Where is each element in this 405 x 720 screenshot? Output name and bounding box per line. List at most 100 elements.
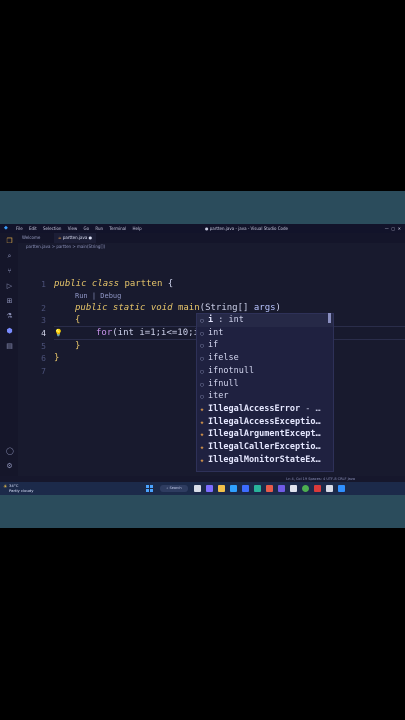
suggestion-item[interactable]: ◈ IllegalMonitorStateEx… (197, 454, 333, 467)
account-icon[interactable]: ◯ (6, 448, 14, 455)
title-bar: ◆ File Edit Selection View Go Run Termin… (0, 224, 405, 233)
suggestion-item[interactable]: ◈ IllegalAccessExceptio… (197, 416, 333, 429)
store-icon[interactable] (242, 485, 249, 492)
class-icon: ◈ (200, 457, 204, 464)
code-line-3[interactable]: { (75, 314, 80, 326)
suggestion-scrollbar[interactable] (328, 313, 331, 323)
suggestion-item[interactable]: ▢ ifnull (197, 378, 333, 391)
weather-icon: ☀ (3, 484, 8, 490)
app-icon[interactable] (254, 485, 261, 492)
search-label: Search (169, 486, 182, 490)
line-number: 3 (41, 316, 46, 325)
line-number: 6 (41, 354, 46, 363)
windows-start-icon[interactable] (146, 485, 153, 492)
top-banner (0, 191, 405, 224)
app-icon[interactable] (278, 485, 285, 492)
line-number: 2 (41, 304, 46, 313)
run-debug-icon[interactable]: ▷ (6, 283, 13, 290)
bottom-banner (0, 495, 405, 528)
java-projects-icon[interactable]: ⬢ (6, 328, 13, 335)
snippet-icon: ▢ (200, 368, 204, 375)
menu-terminal[interactable]: Terminal (109, 226, 126, 231)
task-view-icon[interactable] (194, 485, 201, 492)
class-icon: ◈ (200, 445, 204, 451)
menu-edit[interactable]: Edit (29, 226, 37, 231)
method-name-token: main (177, 303, 200, 313)
keyword-token: public static void (75, 303, 173, 313)
settings-gear-icon[interactable]: ⚙ (6, 463, 13, 470)
keyword-icon: ▢ (200, 343, 204, 350)
menu-help[interactable]: Help (132, 226, 141, 231)
snippet-icon: ▢ (200, 356, 204, 363)
class-icon: ◈ (200, 419, 204, 426)
code-line-6[interactable]: } (54, 352, 59, 364)
window-controls[interactable]: — ▢ ✕ (385, 224, 401, 233)
menu-selection[interactable]: Selection (43, 226, 61, 231)
testing-icon[interactable]: ⚗ (6, 313, 13, 320)
weather-widget[interactable]: 34°C Partly cloudy (9, 483, 34, 493)
chrome-icon[interactable] (302, 485, 309, 492)
keyword-token: public class (54, 279, 120, 289)
code-line-1[interactable]: public class partten { (54, 278, 173, 290)
menu-file[interactable]: File (16, 226, 23, 231)
app-icon[interactable] (266, 485, 273, 492)
breadcrumb[interactable]: partten.java > partten > main(String[]) (26, 243, 105, 251)
vscode-taskbar-icon[interactable] (338, 485, 345, 492)
search-icon[interactable]: ⌕ (6, 253, 13, 260)
edge-icon[interactable] (230, 485, 237, 492)
app-icon[interactable] (290, 485, 297, 492)
app-icon[interactable] (314, 485, 321, 492)
paren-token: ) (275, 303, 281, 313)
suggestion-item[interactable]: ◈ IllegalArgumentExcept… (197, 428, 333, 441)
variable-icon: ▢ (200, 318, 204, 324)
extensions-icon[interactable]: ⊞ (6, 298, 13, 305)
tab-label: partten.java ● (62, 235, 93, 240)
for-header-token: (int i=1;i<=10;i) (112, 328, 205, 338)
tab-label: Welcome (22, 235, 41, 240)
lightbulb-icon[interactable]: 💡 (54, 327, 63, 339)
vscode-logo-icon: ◆ (4, 225, 8, 231)
line-number: 7 (41, 367, 46, 376)
suggestion-item[interactable]: ▢ if (197, 339, 333, 352)
explorer-icon[interactable]: ❐ (6, 238, 13, 245)
source-control-icon[interactable]: ⑂ (6, 268, 13, 275)
class-name-token: partten (124, 279, 163, 289)
snippet-icon: ▢ (200, 394, 204, 401)
codelens-run-debug[interactable]: Run | Debug (75, 291, 121, 301)
suggestion-item[interactable]: ▢ ifnotnull (197, 365, 333, 378)
suggestion-item[interactable]: ▢ int (197, 327, 333, 340)
notebook-icon[interactable]: ▤ (6, 343, 13, 350)
keyword-token: for (96, 328, 113, 338)
suggestion-item[interactable]: ▢ ifelse (197, 352, 333, 365)
menu-bar: File Edit Selection View Go Run Terminal… (16, 224, 147, 233)
menu-view[interactable]: View (68, 226, 78, 231)
weather-desc: Partly cloudy (9, 488, 34, 493)
suggestion-item[interactable]: ▢ iter (197, 390, 333, 403)
windows-taskbar: ☀ 34°C Partly cloudy ⌕ Search (0, 482, 405, 495)
snippet-icon: ▢ (200, 381, 204, 388)
menu-run[interactable]: Run (95, 226, 103, 231)
class-icon: ◈ (200, 406, 204, 413)
editor-tabs: Welcome ☕ partten.java ● (18, 233, 405, 243)
suggestion-item[interactable]: ▢ i : int (197, 314, 333, 327)
app-icon[interactable] (326, 485, 333, 492)
activity-bar: ❐ ⌕ ⑂ ▷ ⊞ ⚗ ⬢ ▤ ◯ ⚙ (0, 233, 18, 482)
autocomplete-suggestion-widget: ▢ i : int ▢ int ▢ if ▢ ifelse ▢ ifnotnull ▢ if… (196, 313, 334, 472)
java-file-icon: ☕ (58, 235, 62, 240)
line-number: 5 (41, 342, 46, 351)
tab-welcome[interactable]: Welcome (18, 233, 44, 243)
code-line-5[interactable]: } (75, 340, 80, 352)
class-icon: ◈ (200, 432, 204, 439)
file-explorer-icon[interactable] (218, 485, 225, 492)
suggestion-item[interactable]: ◈ IllegalCallerExceptio… (197, 441, 333, 454)
suggestion-item[interactable]: ◈ IllegalAccessError - … (197, 403, 333, 416)
line-number: 1 (41, 280, 46, 289)
line-number: 4 (41, 329, 46, 338)
param-name-token: args (253, 303, 276, 313)
taskbar-search[interactable]: ⌕ Search (160, 485, 188, 492)
code-line-4[interactable]: for(int i=1;i<=10;i) (96, 327, 204, 339)
menu-go[interactable]: Go (84, 226, 90, 231)
chat-icon[interactable] (206, 485, 213, 492)
brace-token: { (162, 279, 174, 289)
tab-partten-java[interactable]: ☕ partten.java ● (54, 233, 97, 243)
